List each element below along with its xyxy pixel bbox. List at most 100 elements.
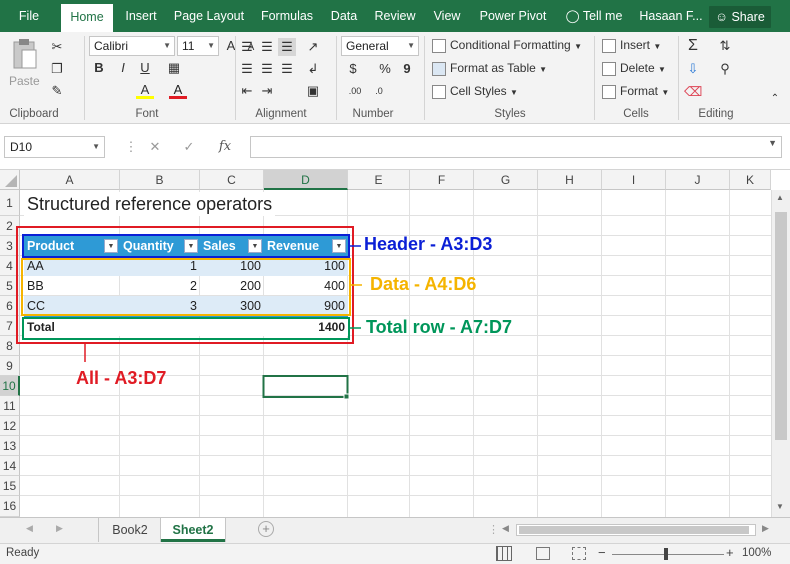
cancel-icon[interactable]: ✕ [146, 138, 164, 156]
sheet-tab-sheet2[interactable]: Sheet2 [161, 518, 225, 542]
scroll-up-icon[interactable]: ▲ [776, 193, 784, 202]
vertical-scrollbar[interactable]: ▲ ▼ [771, 190, 790, 517]
font-color-icon[interactable]: A [169, 81, 187, 99]
bold-button[interactable]: B [90, 59, 108, 77]
table-icon [432, 61, 446, 76]
scroll-left-icon[interactable]: ◀ [502, 523, 509, 534]
header-annotation: Header - A3:D3 [364, 234, 493, 254]
more-options-icon[interactable]: ⋮ [122, 138, 140, 156]
tab-split-icon[interactable]: ⋮ [488, 523, 499, 536]
number-format-combo[interactable]: General ▼ [341, 36, 419, 56]
tab-review[interactable]: Review [370, 0, 420, 32]
tab-page-layout[interactable]: Page Layout [170, 0, 248, 32]
tab-file[interactable]: File [8, 0, 50, 32]
autosum-icon[interactable]: Σ [684, 37, 702, 55]
scroll-right-icon[interactable]: ▶ [762, 523, 769, 534]
clipboard-group-label: Clipboard [9, 108, 59, 120]
new-sheet-button[interactable]: + [258, 521, 274, 537]
alignment-group-label: Alignment [255, 108, 307, 120]
align-left-icon[interactable]: ☰ [238, 60, 256, 78]
prev-sheet-icon[interactable]: ◀ [26, 523, 33, 534]
insert-function-button[interactable]: fx [216, 138, 234, 156]
decrease-indent-icon[interactable]: ⇤ [238, 82, 256, 100]
annotation-overlay [16, 226, 362, 400]
clipboard-icon [13, 39, 37, 69]
tab-data[interactable]: Data [326, 0, 362, 32]
clear-icon[interactable]: ⌫ [684, 83, 702, 101]
align-bottom-icon[interactable]: ☰ [278, 38, 296, 56]
number-group-label: Number [352, 108, 394, 120]
normal-view-icon[interactable] [496, 546, 512, 561]
cut-icon[interactable]: ✂ [48, 38, 66, 56]
borders-icon[interactable]: ▦ [165, 59, 183, 77]
conditional-formatting-button[interactable]: Conditional Formatting ▼ [432, 38, 582, 53]
currency-button[interactable]: $ [344, 60, 362, 78]
font-name-combo[interactable]: Calibri ▼ [89, 36, 175, 56]
zoom-slider-thumb[interactable] [664, 548, 668, 560]
align-middle-icon[interactable]: ☰ [258, 38, 276, 56]
status-bar: Ready − + 100% [0, 543, 790, 564]
tab-formulas[interactable]: Formulas [256, 0, 318, 32]
horizontal-scroll-thumb[interactable] [519, 526, 749, 534]
insert-cells-button[interactable]: Insert ▼ [602, 38, 661, 53]
sort-filter-icon[interactable]: ⇅ [716, 37, 734, 55]
align-center-icon[interactable]: ☰ [258, 60, 276, 78]
worksheet-grid[interactable]: A B C D E F G H I J K 1 2 3 4 5 6 7 8 9 … [0, 170, 790, 517]
tell-me-box[interactable]: ◯ Tell me [562, 0, 626, 32]
scroll-thumb[interactable] [775, 212, 787, 440]
tab-view[interactable]: View [428, 0, 466, 32]
align-right-icon[interactable]: ☰ [278, 60, 296, 78]
fill-color-icon[interactable]: A [136, 81, 154, 99]
horizontal-scrollbar[interactable] [516, 524, 756, 536]
zoom-slider[interactable] [612, 554, 724, 555]
sheet-tab-book2[interactable]: Book2 [100, 518, 160, 542]
fill-icon[interactable]: ⇩ [684, 60, 702, 78]
underline-button[interactable]: U [136, 59, 154, 77]
total-outline [22, 317, 350, 340]
format-cells-icon [602, 84, 616, 99]
align-top-icon[interactable]: ☰ [238, 38, 256, 56]
user-account[interactable]: Hasaan F... [636, 0, 706, 32]
tab-home[interactable]: Home [61, 4, 113, 32]
fill-handle [343, 393, 350, 400]
percent-button[interactable]: % [376, 60, 394, 78]
increase-indent-icon[interactable]: ⇥ [258, 82, 276, 100]
italic-button[interactable]: I [114, 59, 132, 77]
data-annotation: Data - A4:D6 [370, 274, 477, 294]
copy-icon[interactable]: ❐ [48, 60, 66, 78]
page-break-view-icon[interactable] [572, 547, 586, 560]
increase-decimal-button[interactable]: .00 [344, 82, 366, 100]
comma-button[interactable]: 9 [398, 60, 416, 78]
collapse-ribbon-icon[interactable]: ⌃ [766, 90, 784, 108]
wrap-text-icon[interactable]: ↲ [304, 60, 322, 78]
orientation-icon[interactable]: ↗ [304, 38, 322, 56]
decrease-decimal-button[interactable]: .0 [368, 82, 390, 100]
scroll-down-icon[interactable]: ▼ [776, 502, 784, 511]
format-as-table-button[interactable]: Format as Table ▼ [432, 61, 547, 76]
find-select-icon[interactable]: ⚲ [716, 60, 734, 78]
format-cells-button[interactable]: Format ▼ [602, 84, 669, 99]
zoom-level[interactable]: 100% [742, 547, 771, 559]
merge-center-icon[interactable]: ▣ [304, 82, 322, 100]
formula-bar: D10 ▼ ⋮ ✕ ✓ fx ▼ [0, 124, 790, 170]
tab-insert[interactable]: Insert [119, 0, 163, 32]
zoom-in-button[interactable]: + [726, 545, 734, 560]
format-painter-icon[interactable]: ✎ [48, 82, 66, 100]
tab-power-pivot[interactable]: Power Pivot [474, 0, 552, 32]
paste-button[interactable] [10, 38, 40, 74]
conditional-formatting-icon [432, 38, 446, 53]
cell-styles-button[interactable]: Cell Styles ▼ [432, 84, 518, 99]
font-size-combo[interactable]: 11 ▼ [177, 36, 219, 56]
cells-group-label: Cells [623, 108, 649, 120]
lightbulb-icon: ◯ [565, 9, 580, 23]
sheet-tab-bar: ◀ ▶ Book2 Sheet2 + ⋮ ◀ ▶ [0, 517, 790, 543]
name-box[interactable]: D10 ▼ [4, 136, 105, 158]
share-button[interactable]: ☺ Share [709, 6, 771, 28]
enter-check-icon[interactable]: ✓ [180, 138, 198, 156]
zoom-out-button[interactable]: − [598, 545, 606, 560]
page-layout-view-icon[interactable] [536, 547, 550, 560]
ribbon: Paste ✂ ❐ ✎ Clipboard Calibri ▼ 11 ▼ A A B… [0, 32, 790, 124]
next-sheet-icon[interactable]: ▶ [56, 523, 63, 534]
formula-input[interactable]: ▼ [250, 136, 782, 158]
delete-cells-button[interactable]: Delete ▼ [602, 61, 666, 76]
